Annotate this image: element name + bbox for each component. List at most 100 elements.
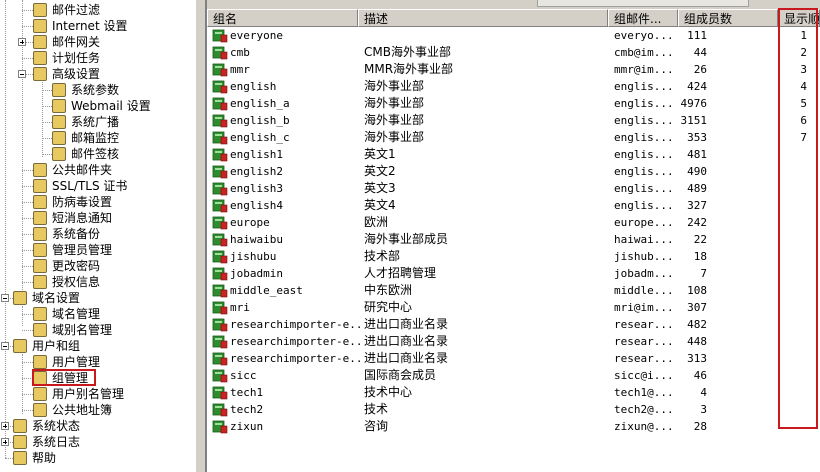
table-row[interactable]: cmb CMB海外事业部 cmb@im... 44 2: [207, 44, 820, 61]
tree-item-certificate[interactable]: SSL/TLS 证书: [0, 178, 195, 194]
table-row[interactable]: mri 研究中心 mri@im... 307: [207, 299, 820, 316]
group-name-cell: researchimporter-e...: [230, 318, 360, 331]
table-row[interactable]: english1 英文1 englis... 481: [207, 146, 820, 163]
tree-item-gateway[interactable]: 邮件网关: [0, 34, 195, 50]
tree-item-label: 系统状态: [32, 419, 81, 433]
tree-item-domain-alias[interactable]: 域别名管理: [0, 322, 195, 338]
tree-item-mail-approval[interactable]: 邮件签核: [0, 146, 195, 162]
collapse-icon[interactable]: [1, 294, 9, 302]
column-header-member-count[interactable]: 组成员数: [678, 9, 778, 27]
table-row[interactable]: europe 欧洲 europe... 242: [207, 214, 820, 231]
description-cell: MMR海外事业部: [364, 62, 454, 76]
tree-item-system-status[interactable]: 系统状态: [0, 418, 195, 434]
tree-item-label: 邮件签核: [71, 147, 120, 161]
pane-splitter[interactable]: [195, 0, 205, 472]
table-row[interactable]: haiwaibu 海外事业部成员 haiwai... 22: [207, 231, 820, 248]
table-row[interactable]: jishubu 技术部 jishub... 18: [207, 248, 820, 265]
tree-item-admin[interactable]: 管理员管理: [0, 242, 195, 258]
tree-item-broadcast[interactable]: 系统广播: [0, 114, 195, 130]
column-header-group-mail[interactable]: 组邮件...: [608, 9, 678, 27]
collapse-icon[interactable]: [18, 70, 26, 78]
tree-item-internet[interactable]: Internet 设置: [0, 18, 195, 34]
table-row[interactable]: researchimporter-e... 进出口商业名录 resear... 313: [207, 350, 820, 367]
broadcast-icon: [52, 115, 66, 129]
tree-item-help[interactable]: 帮助: [0, 450, 195, 466]
table-row[interactable]: english4 英文4 englis... 327: [207, 197, 820, 214]
table-row[interactable]: everyone everyo... 111 1: [207, 27, 820, 44]
tree-item-domain-settings[interactable]: 域名设置: [0, 290, 195, 306]
collapse-icon[interactable]: [1, 342, 9, 350]
group-icon: [212, 267, 228, 281]
tree-item-filter[interactable]: 邮件过滤: [0, 2, 195, 18]
tree-item-group-manage[interactable]: 组管理: [0, 370, 195, 386]
tree-item-address-book[interactable]: 公共地址簿: [0, 402, 195, 418]
tree-item-system-params[interactable]: 系统参数: [0, 82, 195, 98]
expand-icon[interactable]: [1, 438, 9, 446]
tree-item-user-alias[interactable]: 用户别名管理: [0, 386, 195, 402]
tree-item-users-groups[interactable]: 用户和组: [0, 338, 195, 354]
tree-item-label: 用户和组: [32, 339, 81, 353]
table-row[interactable]: tech1 技术中心 tech1@... 4: [207, 384, 820, 401]
table-row[interactable]: english_b 海外事业部 englis... 3151 6: [207, 112, 820, 129]
group-icon: [212, 46, 228, 60]
tree-item-system-log[interactable]: 系统日志: [0, 434, 195, 450]
table-row[interactable]: mmr MMR海外事业部 mmr@im... 26 3: [207, 61, 820, 78]
tree-item-label: 域别名管理: [52, 323, 113, 337]
expand-icon[interactable]: [1, 422, 9, 430]
description-cell: 进出口商业名录: [364, 334, 449, 348]
table-row[interactable]: sicc 国际商会成员 sicc@i... 46: [207, 367, 820, 384]
group-name-cell: zixun: [230, 420, 264, 433]
column-header-description[interactable]: 描述: [358, 9, 608, 27]
table-row[interactable]: english 海外事业部 englis... 424 4: [207, 78, 820, 95]
member-count-cell: 4: [700, 386, 707, 399]
tree-item-label: SSL/TLS 证书: [52, 179, 128, 193]
tree-item-advanced-settings[interactable]: 高级设置: [0, 66, 195, 82]
tree-item-user-manage[interactable]: 用户管理: [0, 354, 195, 370]
table-row[interactable]: researchimporter-e... 进出口商业名录 resear... 448: [207, 333, 820, 350]
table-row[interactable]: english_a 海外事业部 englis... 4976 5: [207, 95, 820, 112]
password-icon: [33, 259, 47, 273]
table-row[interactable]: tech2 技术 tech2@... 3: [207, 401, 820, 418]
table-row[interactable]: english2 英文2 englis... 490: [207, 163, 820, 180]
member-count-cell: 7: [700, 267, 707, 280]
group-mail-cell: tech1@...: [614, 386, 674, 399]
public-folder-icon: [33, 163, 47, 177]
tree-item-webmail[interactable]: Webmail 设置: [0, 98, 195, 114]
tree-item-sms[interactable]: 短消息通知: [0, 210, 195, 226]
group-mail-cell: englis...: [614, 182, 674, 195]
group-name-cell: mri: [230, 301, 250, 314]
description-cell: 海外事业部: [364, 113, 425, 127]
description-cell: 技术中心: [364, 385, 413, 399]
table-row[interactable]: middle_east 中东欧洲 middle... 108: [207, 282, 820, 299]
table-row[interactable]: english3 英文3 englis... 489: [207, 180, 820, 197]
tree-item-scheduled-task[interactable]: 计划任务: [0, 50, 195, 66]
group-icon: [212, 182, 228, 196]
tree-item-password[interactable]: 更改密码: [0, 258, 195, 274]
tree-item-domain-manage[interactable]: 域名管理: [0, 306, 195, 322]
description-cell: 咨询: [364, 419, 389, 433]
license-icon: [33, 275, 47, 289]
tree-item-backup[interactable]: 系统备份: [0, 226, 195, 242]
tree-item-antivirus[interactable]: 防病毒设置: [0, 194, 195, 210]
description-cell: 国际商会成员: [364, 368, 437, 382]
table-row[interactable]: english_c 海外事业部 englis... 353 7: [207, 129, 820, 146]
member-count-cell: 111: [687, 29, 707, 42]
domain-manage-icon: [33, 307, 47, 321]
group-icon: [212, 233, 228, 247]
tree-item-public-folder[interactable]: 公共邮件夹: [0, 162, 195, 178]
member-count-cell: 448: [687, 335, 707, 348]
group-icon: [212, 63, 228, 77]
group-name-cell: haiwaibu: [230, 233, 283, 246]
expand-icon[interactable]: [18, 38, 26, 46]
tree-item-label: Webmail 设置: [71, 99, 151, 113]
list-header: 组名 描述 组邮件... 组成员数 显示顺: [207, 9, 820, 27]
tree-item-license[interactable]: 授权信息: [0, 274, 195, 290]
tree-item-label: 邮件过滤: [52, 3, 101, 17]
table-row[interactable]: zixun 咨询 zixun@... 28: [207, 418, 820, 435]
tree-item-mailbox-monitor[interactable]: 邮箱监控: [0, 130, 195, 146]
table-row[interactable]: researchimporter-e... 进出口商业名录 resear... 482: [207, 316, 820, 333]
column-header-group-name[interactable]: 组名: [207, 9, 358, 27]
group-name-cell: english3: [230, 182, 283, 195]
member-count-cell: 22: [693, 233, 707, 246]
table-row[interactable]: jobadmin 人才招聘管理 jobadm... 7: [207, 265, 820, 282]
